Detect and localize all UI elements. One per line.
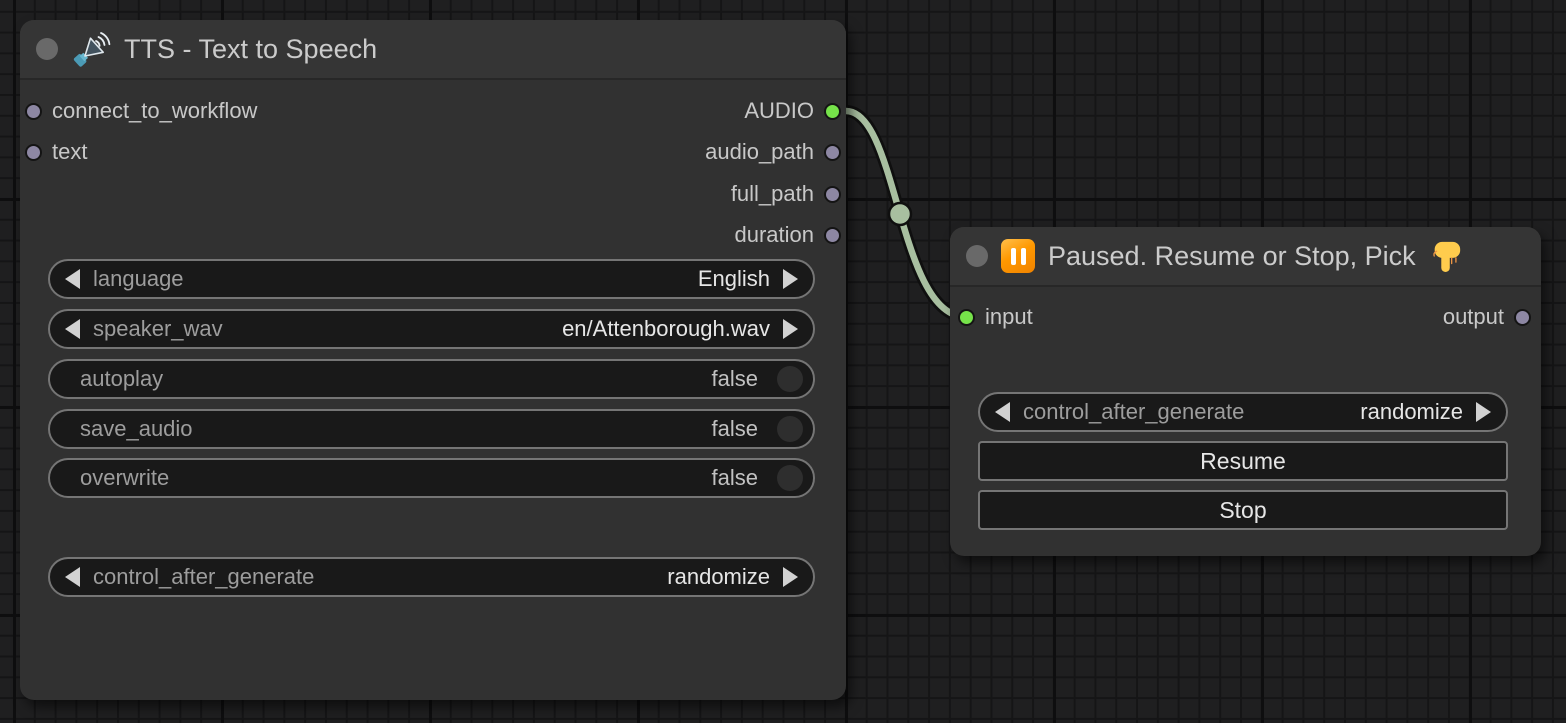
toggle-autoplay[interactable]: autoplay false bbox=[48, 359, 815, 399]
widget-value: randomize bbox=[667, 564, 770, 590]
stop-button[interactable]: Stop bbox=[978, 490, 1508, 530]
node-title: TTS - Text to Speech bbox=[124, 34, 377, 65]
widget-label: speaker_wav bbox=[93, 316, 223, 342]
output-port-duration: duration bbox=[734, 217, 841, 253]
toggle-knob[interactable] bbox=[777, 465, 803, 491]
widget-value: en/Attenborough.wav bbox=[562, 316, 770, 342]
combo-prev-icon[interactable] bbox=[995, 402, 1010, 422]
node-tts-titlebar[interactable]: TTS - Text to Speech bbox=[20, 20, 846, 80]
widget-label: control_after_generate bbox=[93, 564, 314, 590]
combo-prev-icon[interactable] bbox=[65, 319, 80, 339]
port-dot-connected[interactable] bbox=[824, 103, 841, 120]
output-port-audio-path: audio_path bbox=[705, 134, 841, 170]
node-title: Paused. Resume or Stop, Pick bbox=[1048, 241, 1416, 272]
combo-prev-icon[interactable] bbox=[65, 567, 80, 587]
pause-icon bbox=[1001, 239, 1035, 273]
combo-language[interactable]: language English bbox=[48, 259, 815, 299]
toggle-save-audio[interactable]: save_audio false bbox=[48, 409, 815, 449]
collapse-dot[interactable] bbox=[36, 38, 58, 60]
output-port-audio: AUDIO bbox=[744, 93, 841, 129]
combo-next-icon[interactable] bbox=[783, 567, 798, 587]
port-dot[interactable] bbox=[25, 103, 42, 120]
input-port-connect-to-workflow: connect_to_workflow bbox=[25, 93, 257, 129]
collapse-dot[interactable] bbox=[966, 245, 988, 267]
widget-label: overwrite bbox=[80, 465, 169, 491]
combo-prev-icon[interactable] bbox=[65, 269, 80, 289]
port-dot-connected[interactable] bbox=[958, 309, 975, 326]
pointing-down-icon bbox=[1429, 239, 1463, 273]
input-port-text: text bbox=[25, 134, 87, 170]
port-label: audio_path bbox=[705, 139, 814, 165]
widget-label: autoplay bbox=[80, 366, 163, 392]
button-label: Resume bbox=[1200, 448, 1286, 475]
widget-label: language bbox=[93, 266, 184, 292]
output-port-full-path: full_path bbox=[731, 176, 841, 212]
widget-label: control_after_generate bbox=[1023, 399, 1244, 425]
combo-speaker-wav[interactable]: speaker_wav en/Attenborough.wav bbox=[48, 309, 815, 349]
widget-value: English bbox=[698, 266, 770, 292]
toggle-knob[interactable] bbox=[777, 416, 803, 442]
port-label: AUDIO bbox=[744, 98, 814, 124]
port-label: duration bbox=[734, 222, 814, 248]
node-pause-titlebar[interactable]: Paused. Resume or Stop, Pick bbox=[950, 227, 1541, 287]
combo-next-icon[interactable] bbox=[783, 319, 798, 339]
node-tts[interactable]: TTS - Text to Speech connect_to_workflow… bbox=[20, 20, 846, 700]
widget-value: false bbox=[712, 416, 758, 442]
port-label: output bbox=[1443, 304, 1504, 330]
pause-bar bbox=[1011, 248, 1016, 265]
widget-value: false bbox=[712, 465, 758, 491]
button-label: Stop bbox=[1219, 497, 1266, 524]
combo-control-after-generate[interactable]: control_after_generate randomize bbox=[978, 392, 1508, 432]
input-port-input: input bbox=[958, 299, 1033, 335]
widget-label: save_audio bbox=[80, 416, 193, 442]
widget-value: randomize bbox=[1360, 399, 1463, 425]
port-label: input bbox=[985, 304, 1033, 330]
widget-value: false bbox=[712, 366, 758, 392]
port-dot[interactable] bbox=[824, 227, 841, 244]
toggle-knob[interactable] bbox=[777, 366, 803, 392]
pause-bar bbox=[1021, 248, 1026, 265]
port-dot[interactable] bbox=[1514, 309, 1531, 326]
port-label: text bbox=[52, 139, 87, 165]
resume-button[interactable]: Resume bbox=[978, 441, 1508, 481]
graph-canvas[interactable]: TTS - Text to Speech connect_to_workflow… bbox=[0, 0, 1566, 723]
port-dot[interactable] bbox=[25, 144, 42, 161]
combo-next-icon[interactable] bbox=[1476, 402, 1491, 422]
port-label: full_path bbox=[731, 181, 814, 207]
port-dot[interactable] bbox=[824, 144, 841, 161]
combo-control-after-generate[interactable]: control_after_generate randomize bbox=[48, 557, 815, 597]
combo-next-icon[interactable] bbox=[783, 269, 798, 289]
wire-midpoint-dot[interactable] bbox=[889, 203, 911, 225]
port-label: connect_to_workflow bbox=[52, 98, 257, 124]
port-dot[interactable] bbox=[824, 186, 841, 203]
output-port-output: output bbox=[1443, 299, 1531, 335]
toggle-overwrite[interactable]: overwrite false bbox=[48, 458, 815, 498]
node-pause[interactable]: Paused. Resume or Stop, Pick input outpu… bbox=[950, 227, 1541, 556]
loudspeaker-icon bbox=[71, 29, 111, 69]
